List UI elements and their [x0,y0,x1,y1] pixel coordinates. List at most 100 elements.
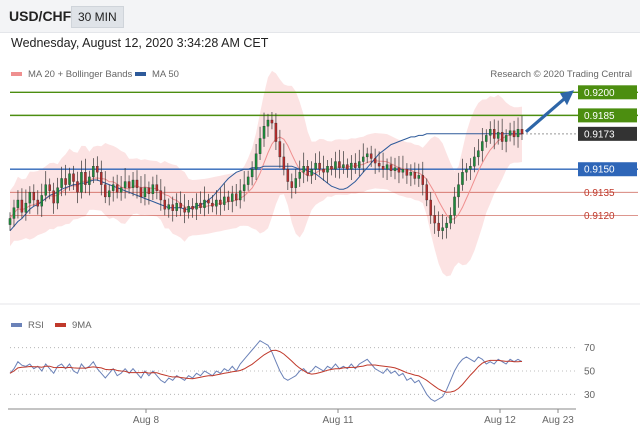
ma20-legend-swatch [11,72,22,76]
candle [147,187,151,194]
candle [60,178,63,188]
candle [520,129,524,134]
candle [433,215,436,224]
candle [231,193,234,202]
candle [489,129,492,136]
candle [298,172,301,179]
candle [262,126,266,139]
candle [254,153,258,170]
candle [504,135,508,142]
candle [401,169,405,173]
candle [44,184,47,196]
candle [207,199,210,204]
candle [274,122,278,142]
rsi-legend-label: RSI [28,320,44,331]
candle [92,166,95,178]
candle [238,190,242,201]
candle [516,129,520,138]
candle [179,202,182,208]
candle [385,164,389,170]
candle [242,184,246,191]
candle [492,129,496,139]
candle [346,164,349,170]
candle [258,138,262,154]
candle [143,187,147,198]
candle [334,161,337,170]
candle [84,172,87,185]
candle [211,202,214,207]
rsi-tick-30: 30 [584,390,596,401]
candle [481,141,484,151]
candle [8,218,12,225]
candle [362,156,365,162]
candle [219,199,222,205]
candle [16,199,20,208]
candle [365,153,369,158]
candle [445,222,448,228]
candle [326,166,329,173]
candle [107,190,111,198]
candle [477,150,480,158]
candle [369,153,373,159]
level-label-0.9150: 0.9150 [584,165,615,176]
candle [96,166,99,173]
candle [215,199,218,207]
candle [227,196,230,202]
candle [282,156,286,170]
candle [330,166,333,170]
candle [187,206,190,213]
candle [250,169,254,178]
price-plot: 0.9200 0.9185 0.9173 0.9150 0.9135 0.9120 [8,70,638,277]
candle [175,202,178,211]
target-arrow [524,96,568,134]
candle [397,167,401,173]
candle [389,164,393,171]
candle [453,196,456,216]
rsi-tick-50: 50 [584,367,596,378]
candle [381,166,385,170]
candle [56,187,59,204]
candle [278,141,282,158]
candle [358,161,361,168]
x-axis: Aug 8 Aug 11 Aug 12 Aug 23 [133,409,574,426]
candle [131,179,135,188]
candle [28,192,32,204]
candle [32,192,36,201]
candle [417,175,421,179]
candle [421,175,425,185]
level-label-0.9185: 0.9185 [584,111,615,122]
candle [377,162,381,167]
candle [508,130,512,136]
candle [40,195,43,207]
candle [469,166,472,170]
candle [405,169,409,176]
candle [449,215,452,224]
candle [183,207,186,213]
candle [393,167,397,171]
candle [322,169,325,173]
candle [512,130,516,138]
candle [48,184,51,191]
candle [36,199,40,207]
ma9-legend-label: 9MA [72,320,92,331]
ma9-legend-swatch [55,323,66,327]
candle [437,222,440,231]
candle [127,181,131,188]
ma50-legend-label: MA 50 [152,69,179,80]
level-label-0.9120: 0.9120 [584,211,615,222]
x-tick-label: Aug 11 [323,415,354,426]
candle [318,162,321,170]
candle [195,202,198,210]
bollinger-band [10,70,522,277]
x-tick-label: Aug 12 [484,415,516,426]
rsi-legend-swatch [11,323,22,327]
candle [350,162,353,170]
candle [135,179,139,188]
candle [88,176,91,185]
candle [80,172,83,193]
candle [338,161,341,168]
candle [409,172,413,176]
x-tick-label: Aug 23 [542,415,574,426]
candle [306,166,309,176]
candle [302,166,305,173]
